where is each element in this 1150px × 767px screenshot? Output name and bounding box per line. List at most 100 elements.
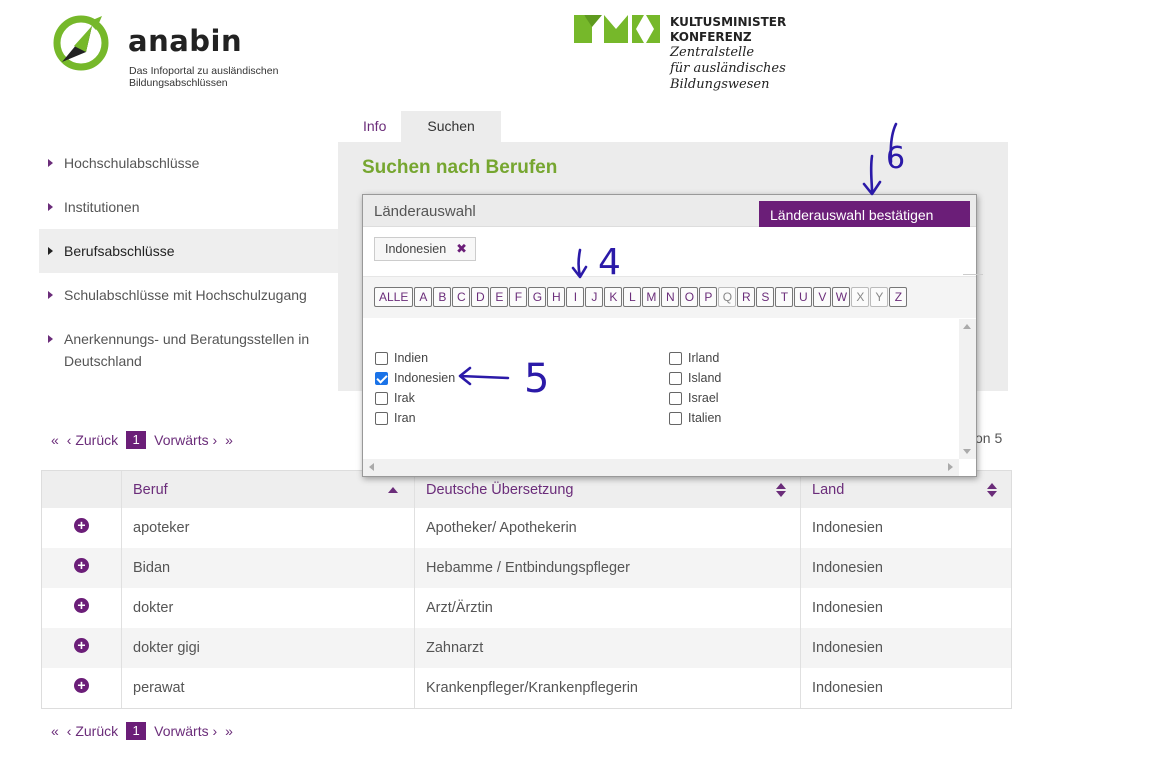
letter-filter-t[interactable]: T (775, 287, 794, 307)
pagination-bottom: « ‹ Zurück 1 Vorwärts › » (51, 722, 241, 740)
checkbox[interactable] (669, 411, 682, 425)
plus-circle-icon[interactable]: + (74, 558, 89, 573)
letter-filter-u[interactable]: U (794, 287, 813, 307)
prev-page-link[interactable]: ‹ Zurück (67, 723, 118, 739)
sidebar-item-hochschulabschluesse[interactable]: Hochschulabschlüsse (39, 141, 338, 185)
country-option-island[interactable]: Island (669, 368, 721, 388)
checkbox[interactable] (669, 351, 682, 365)
tab-suchen[interactable]: Suchen (401, 111, 501, 142)
scroll-down-icon[interactable] (963, 449, 971, 454)
scroll-right-icon[interactable] (948, 463, 953, 471)
plus-circle-icon[interactable]: + (74, 638, 89, 653)
country-label: Irak (394, 391, 415, 405)
checkbox[interactable] (375, 351, 388, 365)
country-option-irland[interactable]: Irland (669, 348, 721, 368)
letter-filter-b[interactable]: B (433, 287, 452, 307)
cell-beruf: dokter gigi (122, 628, 415, 668)
letter-filter-g[interactable]: G (528, 287, 547, 307)
letter-filter-z[interactable]: Z (889, 287, 908, 307)
horizontal-scrollbar[interactable] (363, 459, 959, 476)
anabin-logo[interactable]: anabin Das Infoportal zu ausländischen B… (52, 14, 302, 94)
letter-filter-r[interactable]: R (737, 287, 756, 307)
sidebar-item-schulabschluesse[interactable]: Schulabschlüsse mit Hochschulzugang (39, 273, 338, 317)
letter-filter-y[interactable]: Y (870, 287, 889, 307)
country-option-iran[interactable]: Iran (375, 408, 455, 428)
letter-filter-e[interactable]: E (490, 287, 509, 307)
results-count-text: on 5 (975, 430, 1003, 446)
prev-page-link[interactable]: ‹ Zurück (67, 432, 118, 448)
cell-uebersetzung: Zahnarzt (415, 628, 801, 668)
checkbox[interactable] (669, 371, 682, 385)
country-option-italien[interactable]: Italien (669, 408, 721, 428)
plus-circle-icon[interactable]: + (74, 518, 89, 533)
letter-filter-d[interactable]: D (471, 287, 490, 307)
first-page-link[interactable]: « (51, 723, 59, 739)
first-page-link[interactable]: « (51, 432, 59, 448)
expand-cell: + (42, 628, 122, 668)
next-page-link[interactable]: Vorwärts › (154, 723, 217, 739)
sidebar: Hochschulabschlüsse Institutionen Berufs… (39, 141, 338, 383)
remove-tag-icon[interactable]: ✖ (456, 238, 467, 260)
kmk-sub-line-3: Bildungswesen (670, 77, 770, 92)
letter-filter-k[interactable]: K (604, 287, 623, 307)
current-page[interactable]: 1 (126, 431, 147, 449)
letter-filter-s[interactable]: S (756, 287, 775, 307)
header-label: Land (812, 481, 845, 498)
country-label: Indien (394, 351, 429, 365)
letter-filter-alle[interactable]: ALLE (374, 287, 414, 307)
checkbox-checked[interactable] (375, 371, 388, 385)
letter-filter-o[interactable]: O (680, 287, 699, 307)
plus-circle-icon[interactable]: + (74, 678, 89, 693)
letter-filter-v[interactable]: V (813, 287, 832, 307)
sort-ascending-icon (388, 487, 398, 493)
tagline-line-1: Das Infoportal zu ausländischen (129, 65, 279, 77)
country-option-indien[interactable]: Indien (375, 348, 455, 368)
cell-beruf: perawat (122, 668, 415, 708)
letter-filter-p[interactable]: P (699, 287, 718, 307)
letter-filter-i[interactable]: I (566, 287, 585, 307)
letter-filter-q[interactable]: Q (718, 287, 737, 307)
letter-filter-a[interactable]: A (414, 287, 433, 307)
letter-filter-j[interactable]: J (585, 287, 604, 307)
country-label: Iran (394, 411, 416, 425)
country-option-irak[interactable]: Irak (375, 388, 455, 408)
confirm-country-selection-button[interactable]: Länderauswahl bestätigen (759, 201, 970, 227)
checkbox[interactable] (375, 391, 388, 405)
sidebar-item-institutionen[interactable]: Institutionen (39, 185, 338, 229)
country-label: Indonesien (394, 371, 456, 385)
scroll-left-icon[interactable] (369, 463, 374, 471)
caret-right-icon (48, 159, 53, 167)
checkbox[interactable] (375, 411, 388, 425)
plus-circle-icon[interactable]: + (74, 598, 89, 613)
letter-filter-m[interactable]: M (642, 287, 661, 307)
expand-cell: + (42, 588, 122, 628)
caret-right-icon (48, 247, 53, 255)
checkbox[interactable] (669, 391, 682, 405)
sidebar-item-berufsabschluesse[interactable]: Berufsabschlüsse (39, 229, 338, 273)
last-page-link[interactable]: » (225, 432, 233, 448)
last-page-link[interactable]: » (225, 723, 233, 739)
tab-info[interactable]: Info (348, 111, 401, 142)
letter-filter-f[interactable]: F (509, 287, 528, 307)
scroll-up-icon[interactable] (963, 324, 971, 329)
letter-filter-l[interactable]: L (623, 287, 642, 307)
letter-filter-n[interactable]: N (661, 287, 680, 307)
header-expand-col (42, 471, 122, 508)
kmk-org-name: KULTUSMINISTER KONFERENZ (670, 15, 786, 45)
cell-beruf: apoteker (122, 508, 415, 548)
kmk-logo[interactable]: KULTUSMINISTER KONFERENZ Zentralstelle f… (574, 15, 804, 97)
letter-filter-w[interactable]: W (832, 287, 851, 307)
dialog-title: Länderauswahl (374, 203, 476, 220)
current-page[interactable]: 1 (126, 722, 147, 740)
letter-filter-h[interactable]: H (547, 287, 566, 307)
vertical-scrollbar[interactable] (959, 319, 976, 459)
letter-filter-c[interactable]: C (452, 287, 471, 307)
country-column-2: Irland Island Israel Italien (669, 348, 721, 428)
expand-cell: + (42, 508, 122, 548)
sidebar-item-anerkennungsstellen[interactable]: Anerkennungs- und Beratungsstellen in De… (39, 317, 338, 383)
letter-filter-x[interactable]: X (851, 287, 870, 307)
next-page-link[interactable]: Vorwärts › (154, 432, 217, 448)
country-option-indonesien[interactable]: Indonesien (375, 368, 455, 388)
anabin-wordmark: anabin (128, 24, 243, 58)
country-option-israel[interactable]: Israel (669, 388, 721, 408)
